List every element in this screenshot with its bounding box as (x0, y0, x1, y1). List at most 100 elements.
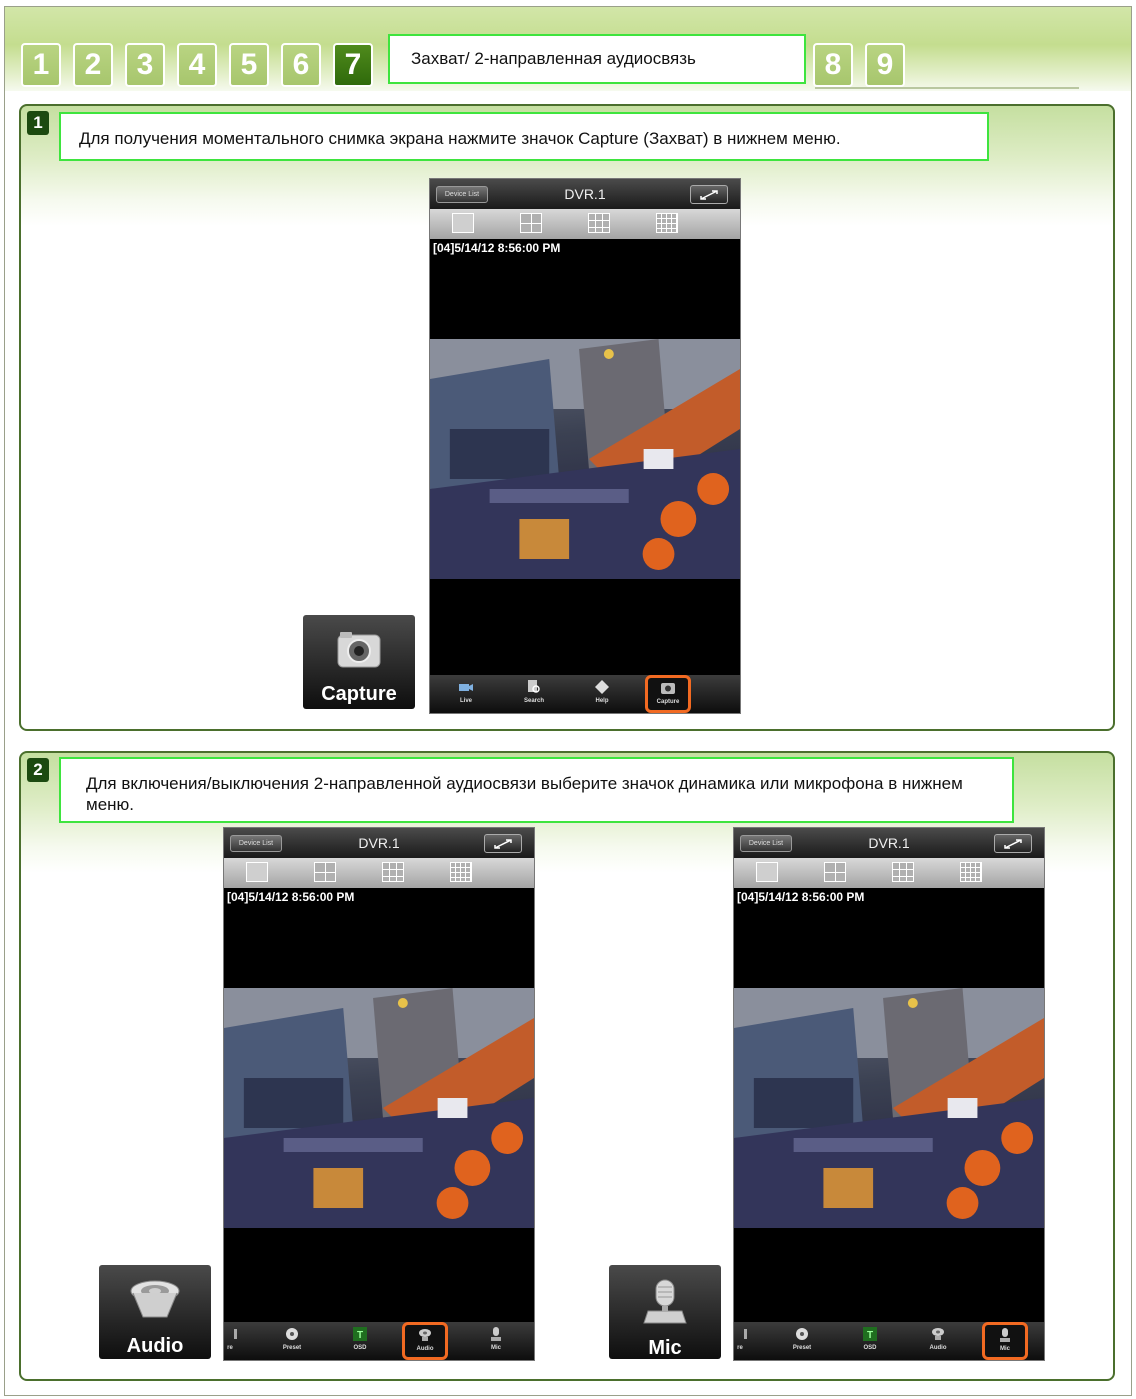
phone-nav-bar: Device List DVR.1 (224, 828, 534, 858)
step-1-badge: 1 (27, 111, 49, 135)
toolbar-partial-button[interactable]: re (224, 1324, 250, 1358)
expand-icon[interactable] (994, 834, 1032, 853)
phone-bottom-toolbar: re Preset T OSD Audio Mic (224, 1322, 534, 1360)
capture-callout: Capture (303, 615, 415, 709)
camera-icon (303, 629, 415, 677)
preset-icon (284, 1326, 300, 1342)
toolbar-partial-label: re (227, 1345, 233, 1351)
toolbar-help-label: Help (595, 698, 609, 704)
toolbar-live-button[interactable]: Live (446, 677, 486, 711)
tab-6[interactable]: 6 (281, 43, 321, 87)
active-tab-title: Захват/ 2-направленная аудиосвязь (388, 34, 806, 84)
partial-icon (224, 1326, 238, 1342)
quad-view-icon[interactable] (314, 862, 336, 882)
camera-timestamp: [04]5/14/12 8:56:00 PM (227, 890, 355, 904)
toolbar-mic-label: Mic (999, 1346, 1010, 1352)
nine-view-icon[interactable] (382, 862, 404, 882)
speaker-icon (99, 1279, 211, 1329)
sixteen-view-icon[interactable] (450, 862, 472, 882)
help-icon (594, 679, 610, 695)
phone-nav-bar: Device List DVR.1 (734, 828, 1044, 858)
toolbar-capture-button[interactable]: Capture (645, 675, 691, 713)
sixteen-view-icon[interactable] (960, 862, 982, 882)
osd-icon: T (862, 1326, 878, 1342)
sixteen-view-icon[interactable] (656, 213, 678, 233)
nine-view-icon[interactable] (892, 862, 914, 882)
toolbar-osd-button[interactable]: T OSD (340, 1324, 380, 1358)
tab-8[interactable]: 8 (813, 43, 853, 87)
toolbar-audio-button[interactable]: Audio (402, 1322, 448, 1360)
camera-timestamp: [04]5/14/12 8:56:00 PM (737, 890, 865, 904)
toolbar-preset-label: Preset (792, 1345, 812, 1351)
microphone-icon (488, 1326, 504, 1342)
partial-icon (734, 1326, 748, 1342)
nine-view-icon[interactable] (588, 213, 610, 233)
svg-text:T: T (867, 1330, 873, 1341)
preset-icon (794, 1326, 810, 1342)
toolbar-audio-label: Audio (929, 1345, 947, 1351)
single-view-icon[interactable] (452, 213, 474, 233)
toolbar-partial-button[interactable]: re (734, 1324, 760, 1358)
toolbar-osd-button[interactable]: T OSD (850, 1324, 890, 1358)
tab-5[interactable]: 5 (229, 43, 269, 87)
tab-1[interactable]: 1 (21, 43, 61, 87)
toolbar-capture-label: Capture (656, 699, 680, 705)
tab-4[interactable]: 4 (177, 43, 217, 87)
expand-icon[interactable] (484, 834, 522, 853)
tab-divider (815, 87, 1079, 89)
phone-screenshot-capture: Device List DVR.1 [04]5/14/12 8:56:00 PM (429, 178, 741, 714)
toolbar-preset-button[interactable]: Preset (272, 1324, 312, 1358)
layout-selector-bar (734, 858, 1044, 888)
toolbar-mic-button[interactable]: Mic (982, 1322, 1028, 1360)
camera-feed-image[interactable] (224, 988, 534, 1228)
step-2-panel: 2 Для включения/выключения 2-направленно… (19, 751, 1115, 1381)
single-view-icon[interactable] (246, 862, 268, 882)
step-tab-bar: 1 2 3 4 5 6 7 8 9 Захват/ 2-направленная… (5, 7, 1131, 91)
camera-feed-image[interactable] (430, 339, 740, 579)
speaker-icon (930, 1326, 946, 1342)
phone-bottom-toolbar: re Preset T OSD Audio Mic (734, 1322, 1044, 1360)
step-1-panel: 1 Для получения моментального снимка экр… (19, 104, 1115, 731)
tutorial-frame: 1 2 3 4 5 6 7 8 9 Захват/ 2-направленная… (4, 6, 1132, 1396)
toolbar-preset-label: Preset (282, 1345, 302, 1351)
search-icon (526, 679, 542, 695)
microphone-icon (997, 1327, 1013, 1343)
capture-callout-label: Capture (321, 683, 397, 705)
tab-9[interactable]: 9 (865, 43, 905, 87)
mic-callout-label: Mic (648, 1337, 682, 1359)
quad-view-icon[interactable] (824, 862, 846, 882)
toolbar-mic-button[interactable]: Mic (476, 1324, 516, 1358)
toolbar-osd-label: OSD (863, 1345, 877, 1351)
mic-callout: Mic (609, 1265, 721, 1359)
layout-selector-bar (224, 858, 534, 888)
step-1-instruction: Для получения моментального снимка экран… (59, 112, 989, 161)
tab-7[interactable]: 7 (333, 43, 373, 87)
toolbar-live-label: Live (459, 698, 472, 704)
phone-nav-bar: Device List DVR.1 (430, 179, 740, 209)
single-view-icon[interactable] (756, 862, 778, 882)
phone-bottom-toolbar: Live Search Help Capture (430, 675, 740, 713)
toolbar-mic-label: Mic (490, 1345, 501, 1351)
expand-icon[interactable] (690, 185, 728, 204)
toolbar-audio-label: Audio (416, 1346, 434, 1352)
toolbar-help-button[interactable]: Help (582, 677, 622, 711)
phone-screenshot-mic: Device List DVR.1 [04]5/14/12 8:56:00 PM (733, 827, 1045, 1361)
toolbar-osd-label: OSD (353, 1345, 367, 1351)
toolbar-search-label: Search (523, 698, 544, 704)
svg-text:T: T (357, 1330, 363, 1341)
audio-callout-label: Audio (126, 1335, 184, 1357)
layout-selector-bar (430, 209, 740, 239)
toolbar-search-button[interactable]: Search (514, 677, 554, 711)
quad-view-icon[interactable] (520, 213, 542, 233)
camera-feed-image[interactable] (734, 988, 1044, 1228)
toolbar-partial-label: re (737, 1345, 743, 1351)
tab-2[interactable]: 2 (73, 43, 113, 87)
step-2-badge: 2 (27, 758, 49, 782)
toolbar-audio-button[interactable]: Audio (918, 1324, 958, 1358)
audio-callout: Audio (99, 1265, 211, 1359)
toolbar-preset-button[interactable]: Preset (782, 1324, 822, 1358)
tab-3[interactable]: 3 (125, 43, 165, 87)
capture-icon (660, 680, 676, 696)
phone-screenshot-audio: Device List DVR.1 [04]5/14/12 8:56:00 PM (223, 827, 535, 1361)
camera-timestamp: [04]5/14/12 8:56:00 PM (433, 241, 561, 255)
